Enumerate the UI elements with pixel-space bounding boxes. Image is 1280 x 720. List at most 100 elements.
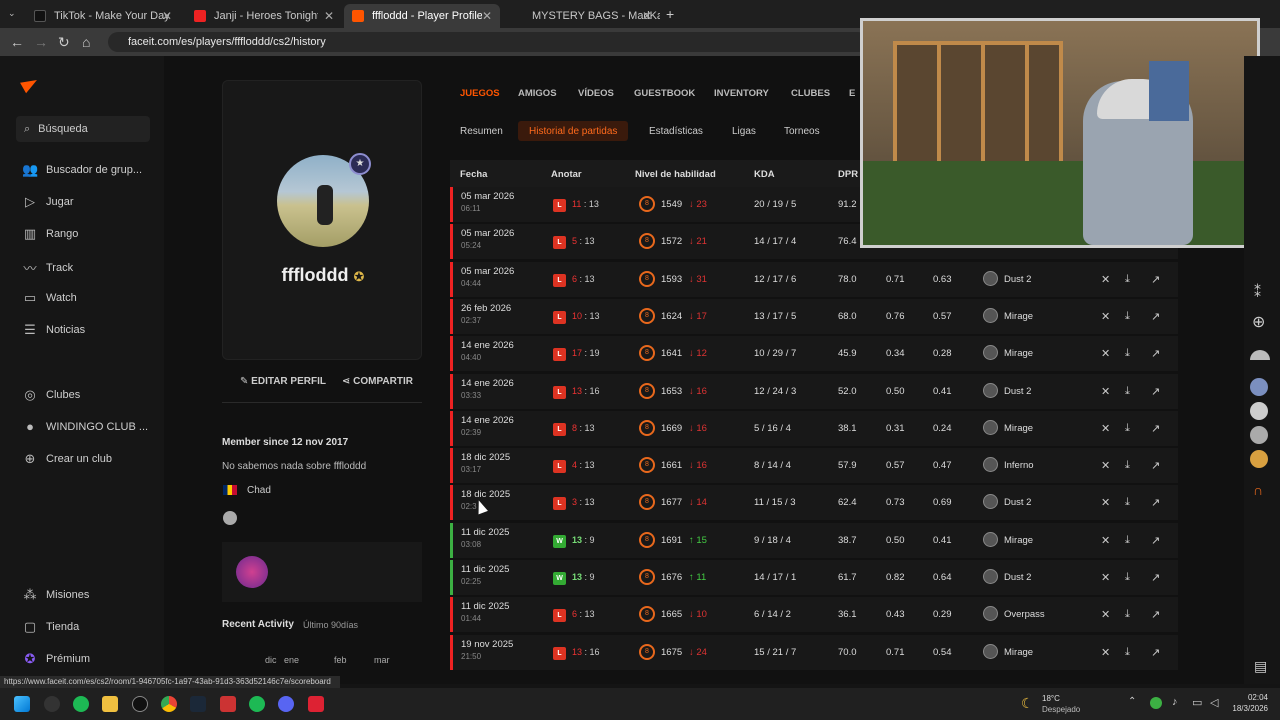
sidebar-item-shop[interactable]: ▢ Tienda <box>22 619 79 635</box>
download-icon[interactable]: ⤓ <box>1125 571 1130 584</box>
match-row[interactable]: 26 feb 2026 02:37 L 10 : 13 8 1624 ↓ 17 13 / 17… <box>450 298 1178 334</box>
share-button[interactable]: ⋖ COMPARTIR <box>342 376 413 387</box>
sidebar-item-windingo-club[interactable]: ● WINDINGO CLUB ... <box>22 419 148 434</box>
app-4k-icon[interactable] <box>132 696 148 712</box>
faceit-ac-icon[interactable] <box>308 696 324 712</box>
url-input[interactable]: faceit.com/es/players/fffloddd/cs2/histo… <box>108 32 868 52</box>
profile-icon[interactable] <box>1250 378 1268 396</box>
sidebar-item-watch[interactable]: ▭ Watch <box>22 290 77 306</box>
back-icon[interactable]: ← <box>10 34 24 50</box>
external-link-icon[interactable]: ↗ <box>1151 496 1160 509</box>
profile-icon[interactable] <box>1250 426 1268 444</box>
tab-inventory[interactable]: INVENTORY <box>714 88 769 99</box>
match-row[interactable]: 14 ene 2026 03:33 L 13 : 16 8 1653 ↓ 16 12 / 24… <box>450 373 1178 409</box>
sidebar-item-rank[interactable]: ▥ Rango <box>22 226 79 242</box>
download-icon[interactable]: ⤓ <box>1125 347 1130 360</box>
external-link-icon[interactable]: ↗ <box>1151 422 1160 435</box>
external-link-icon[interactable]: ↗ <box>1151 571 1160 584</box>
add-icon[interactable]: ⊕ <box>1252 312 1265 332</box>
match-row[interactable]: 18 dic 2025 02:3 L 3 : 13 8 1677 ↓ 14 11 / 15 /… <box>450 485 1178 521</box>
chrome-icon[interactable] <box>161 696 177 712</box>
external-link-icon[interactable]: ↗ <box>1151 534 1160 547</box>
tab-videos[interactable]: VÍDEOS <box>578 88 614 99</box>
app-icon[interactable] <box>220 696 236 712</box>
download-icon[interactable]: ⤓ <box>1125 273 1130 286</box>
match-row[interactable]: 19 nov 2025 21:50 L 13 : 16 8 1675 ↓ 24 15 / 21… <box>450 634 1178 670</box>
match-row[interactable]: 14 ene 2026 04:40 L 17 : 19 8 1641 ↓ 12 10 / 29… <box>450 336 1178 372</box>
subtab-match-history[interactable]: Historial de partidas <box>518 121 629 141</box>
match-row[interactable]: 18 dic 2025 03:17 L 4 : 13 8 1661 ↓ 16 8 / 14 /… <box>450 448 1178 484</box>
sidebar-item-missions[interactable]: ⁂ Misiones <box>22 587 90 603</box>
subtab-stats[interactable]: Estadísticas <box>649 126 703 137</box>
close-icon[interactable]: ✕ <box>1101 459 1110 472</box>
download-icon[interactable]: ⤓ <box>1125 385 1130 398</box>
download-icon[interactable]: ⤓ <box>1125 646 1130 659</box>
spotify-icon[interactable] <box>249 696 265 712</box>
external-link-icon[interactable]: ↗ <box>1151 646 1160 659</box>
download-icon[interactable]: ⤓ <box>1125 310 1130 323</box>
match-row[interactable]: 11 dic 2025 03:08 W 13 : 9 8 1691 ↑ 15 9 / 18 /… <box>450 522 1178 558</box>
folder-icon[interactable] <box>102 696 118 712</box>
close-icon[interactable]: ✕ <box>1101 385 1110 398</box>
reload-icon[interactable]: ↻ <box>58 34 70 51</box>
search-input[interactable]: ⌕ Búsqueda <box>16 116 150 142</box>
tab-friends[interactable]: AMIGOS <box>518 88 557 99</box>
external-link-icon[interactable]: ↗ <box>1151 273 1160 286</box>
speaker-icon[interactable]: ◁ <box>1210 696 1218 709</box>
edit-profile-button[interactable]: ✎ EDITAR PERFIL <box>240 376 326 387</box>
apps-icon[interactable]: ⁑ <box>1254 284 1261 301</box>
download-icon[interactable]: ⤓ <box>1125 422 1130 435</box>
faceit-logo-icon[interactable] <box>20 74 40 94</box>
new-tab-icon[interactable]: + <box>666 6 674 22</box>
cloud-icon[interactable] <box>1250 350 1270 360</box>
external-link-icon[interactable]: ↗ <box>1151 310 1160 323</box>
browser-tab-active[interactable]: fffloddd - Player Profile - FACEI✕ <box>344 4 500 28</box>
discord-icon[interactable] <box>278 696 294 712</box>
close-icon[interactable]: ✕ <box>1101 310 1110 323</box>
download-icon[interactable]: ⤓ <box>1125 459 1130 472</box>
profile-icon[interactable] <box>1250 402 1268 420</box>
match-row[interactable]: 14 ene 2026 02:39 L 8 : 13 8 1669 ↓ 16 5 / 16 /… <box>450 410 1178 446</box>
spotify-icon[interactable] <box>73 696 89 712</box>
close-icon[interactable]: ✕ <box>1101 534 1110 547</box>
chevron-up-icon[interactable]: ⌃ <box>1128 696 1136 707</box>
sidebar-item-premium[interactable]: ✪ Prémium <box>22 651 90 667</box>
sidebar-item-clubs[interactable]: ◎ Clubes <box>22 387 80 403</box>
sidebar-item-play[interactable]: ▷ Jugar <box>22 194 74 210</box>
close-icon[interactable]: ✕ <box>1101 646 1110 659</box>
browser-tab[interactable]: Janji - Heroes Tonight (feat. Joh ✕ <box>186 4 342 28</box>
match-row[interactable]: 05 mar 2026 04:44 L 6 : 13 8 1593 ↓ 31 12 / 17 … <box>450 261 1178 297</box>
subtab-tournaments[interactable]: Torneos <box>784 126 820 137</box>
external-link-icon[interactable]: ↗ <box>1151 459 1160 472</box>
tray-icon[interactable] <box>1150 697 1162 709</box>
sidebar-item-news[interactable]: ☰ Noticias <box>22 322 85 338</box>
close-icon[interactable]: ✕ <box>162 9 172 23</box>
sidebar-item-create-club[interactable]: ⊕ Crear un club <box>22 451 113 467</box>
browser-tab[interactable]: MYSTERY BAGS - MadKat ✕ <box>504 4 660 28</box>
close-icon[interactable]: ✕ <box>1101 608 1110 621</box>
download-icon[interactable]: ⤓ <box>1125 608 1130 621</box>
external-link-icon[interactable]: ↗ <box>1151 385 1160 398</box>
panel-icon[interactable]: ▤ <box>1254 658 1267 675</box>
app-icon[interactable] <box>44 696 60 712</box>
windows-start-icon[interactable] <box>14 696 30 712</box>
forward-icon[interactable]: → <box>34 34 48 50</box>
profile-icon[interactable] <box>1250 450 1268 468</box>
download-icon[interactable]: ⤓ <box>1125 496 1130 509</box>
download-icon[interactable]: ⤓ <box>1125 534 1130 547</box>
close-icon[interactable]: ✕ <box>1101 273 1110 286</box>
tab-guestbook[interactable]: GUESTBOOK <box>634 88 695 99</box>
match-row[interactable]: 11 dic 2025 02:25 W 13 : 9 8 1676 ↑ 11 14 / 17 … <box>450 560 1178 595</box>
subtab-summary[interactable]: Resumen <box>460 126 503 137</box>
tab-clubs[interactable]: CLUBES <box>791 88 830 99</box>
close-icon[interactable]: ✕ <box>1101 496 1110 509</box>
external-link-icon[interactable]: ↗ <box>1151 608 1160 621</box>
external-link-icon[interactable]: ↗ <box>1151 347 1160 360</box>
close-icon[interactable]: ✕ <box>642 9 652 23</box>
subtab-leagues[interactable]: Ligas <box>732 126 756 137</box>
close-icon[interactable]: ✕ <box>1101 422 1110 435</box>
tab-games[interactable]: JUEGOS <box>460 88 500 99</box>
monitor-icon[interactable]: ▭ <box>1192 696 1202 709</box>
mic-icon[interactable]: ♪ <box>1172 696 1178 708</box>
headset-icon[interactable]: ∩ <box>1253 482 1263 498</box>
